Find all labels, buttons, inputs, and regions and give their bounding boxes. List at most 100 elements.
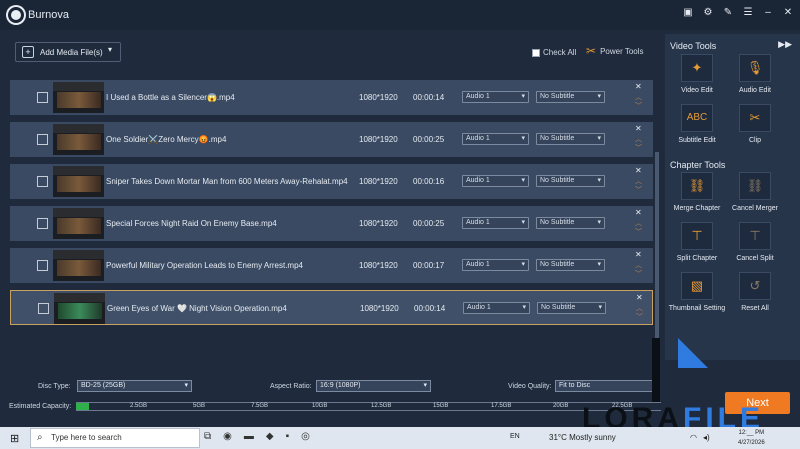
subtitle-edit-button[interactable]: ABC Subtitle Edit [667, 104, 727, 145]
remove-icon[interactable]: ✕ [635, 82, 642, 91]
remove-icon[interactable]: ✕ [636, 293, 643, 302]
subtitle-value: No Subtitle [540, 177, 575, 184]
weather-widget[interactable]: 31°C Mostly sunny [549, 433, 616, 442]
video-quality-select[interactable]: Fit to Disc [555, 380, 655, 392]
move-down-icon[interactable]: ﹀ [636, 312, 643, 322]
remove-icon[interactable]: ✕ [635, 124, 642, 133]
capacity-tick: 2.5GB [130, 403, 148, 409]
video-tools-header: Video Tools [670, 41, 717, 51]
audio-track-value: Audio 1 [466, 261, 490, 268]
move-down-icon[interactable]: ﹀ [635, 143, 642, 153]
capacity-tick: 12.5GB [371, 403, 392, 409]
settings-icon[interactable]: ⚙ [702, 7, 714, 18]
language-indicator[interactable]: EN [510, 433, 520, 440]
file-row[interactable]: One Soldier⚔️Zero Mercy😡.mp4 1080*1920 0… [10, 122, 653, 157]
file-resolution: 1080*1920 [359, 177, 398, 186]
add-media-button[interactable]: + Add Media File(s) ▾ [15, 42, 121, 62]
audio-track-select[interactable]: Audio 1 ▾ [462, 133, 529, 145]
audio-track-select[interactable]: Audio 1 ▾ [463, 302, 530, 314]
collapse-panel-icon[interactable]: ▶▶ [778, 39, 792, 50]
audio-edit-button[interactable]: 🎙 Audio Edit [725, 54, 785, 95]
taskbar-clock[interactable]: 12:__ PM 4/27/2026 [738, 428, 765, 448]
file-resolution: 1080*1920 [359, 261, 398, 270]
subtitle-select[interactable]: No Subtitle ▾ [536, 259, 605, 271]
move-down-icon[interactable]: ﹀ [635, 185, 642, 195]
audio-track-select[interactable]: Audio 1 ▾ [462, 217, 529, 229]
audio-track-select[interactable]: Audio 1 ▾ [462, 175, 529, 187]
app-icon[interactable]: ◆ [266, 431, 274, 442]
disc-type-select[interactable]: BD-25 (25GB) ▾ [77, 380, 192, 392]
row-checkbox[interactable] [37, 134, 48, 145]
chrome-icon[interactable]: ◉ [223, 431, 232, 442]
feedback-icon[interactable]: ✎ [722, 7, 734, 18]
capacity-tick: 20GB [553, 403, 569, 409]
terminal-icon[interactable]: ▪ [286, 431, 290, 442]
chevron-down-icon: ▾ [521, 219, 525, 226]
tool-label: Audio Edit [739, 87, 771, 94]
cancel-split-icon: ⊤ [739, 222, 771, 250]
power-tools-button[interactable]: ✂ Power Tools [586, 44, 644, 58]
chevron-down-icon: ▾ [597, 177, 601, 184]
tool-label: Merge Chapter [673, 205, 721, 212]
row-checkbox[interactable] [38, 303, 49, 314]
tools-icon: ✂ [586, 44, 597, 58]
chevron-down-icon: ▾ [597, 261, 601, 268]
video-thumbnail [53, 82, 104, 113]
chevron-down-icon: ▾ [597, 135, 601, 142]
subtitle-select[interactable]: No Subtitle ▾ [536, 91, 605, 103]
chevron-down-icon[interactable]: ▾ [108, 45, 112, 54]
remove-icon[interactable]: ✕ [635, 208, 642, 217]
file-row[interactable]: Sniper Takes Down Mortar Man from 600 Me… [10, 164, 653, 199]
move-down-icon[interactable]: ﹀ [635, 227, 642, 237]
aspect-ratio-select[interactable]: 16:9 (1080P) ▾ [316, 380, 431, 392]
save-icon[interactable]: ▣ [682, 7, 694, 18]
minimize-icon[interactable]: – [762, 7, 774, 18]
subtitle-select[interactable]: No Subtitle ▾ [537, 302, 606, 314]
file-row-selected[interactable]: Green Eyes of War 🤍 Night Vision Operati… [10, 290, 653, 325]
subtitle-value: No Subtitle [540, 93, 575, 100]
remove-icon[interactable]: ✕ [635, 250, 642, 259]
burnova-taskbar-icon[interactable]: ◎ [301, 431, 310, 442]
network-icon[interactable]: ◠ [690, 433, 697, 442]
tool-label: Subtitle Edit [678, 137, 716, 144]
cancel-merger-button[interactable]: ⛓ Cancel Merger [725, 172, 785, 213]
subtitle-select[interactable]: No Subtitle ▾ [536, 217, 605, 229]
row-checkbox[interactable] [37, 260, 48, 271]
subtitle-select[interactable]: No Subtitle ▾ [536, 175, 605, 187]
subtitle-select[interactable]: No Subtitle ▾ [536, 133, 605, 145]
list-scrollbar[interactable] [655, 152, 659, 362]
file-name: Sniper Takes Down Mortar Man from 600 Me… [106, 177, 348, 186]
menu-icon[interactable]: ☰ [742, 7, 754, 18]
audio-track-select[interactable]: Audio 1 ▾ [462, 259, 529, 271]
row-checkbox[interactable] [37, 176, 48, 187]
reset-all-button[interactable]: ↺ Reset All [725, 272, 785, 313]
file-duration: 00:00:17 [413, 261, 445, 270]
taskbar-search-input[interactable]: ⌕ Type here to search [30, 428, 200, 448]
merge-chapter-button[interactable]: ⛓ Merge Chapter [667, 172, 727, 213]
file-row[interactable]: Powerful Military Operation Leads to Ene… [10, 248, 653, 283]
check-all-checkbox[interactable] [532, 48, 540, 57]
row-checkbox[interactable] [37, 92, 48, 103]
windows-start-icon[interactable]: ⊞ [10, 432, 19, 445]
row-checkbox[interactable] [37, 218, 48, 229]
thumbnail-setting-button[interactable]: ▧ Thumbnail Setting [667, 272, 727, 313]
capacity-tick: 17.5GB [491, 403, 512, 409]
clock-date: 4/27/2026 [738, 440, 765, 446]
cancel-split-button[interactable]: ⊤ Cancel Split [725, 222, 785, 263]
task-view-icon[interactable]: ⧉ [204, 431, 211, 442]
file-row[interactable]: I Used a Bottle as a Silencer😱.mp4 1080*… [10, 80, 653, 115]
volume-icon[interactable]: ◂) [703, 433, 710, 442]
audio-track-select[interactable]: Audio 1 ▾ [462, 91, 529, 103]
split-chapter-button[interactable]: ⊤ Split Chapter [667, 222, 727, 263]
check-all[interactable]: Check All [532, 48, 576, 57]
file-explorer-icon[interactable]: ▬ [244, 431, 254, 442]
close-icon[interactable]: ✕ [782, 7, 794, 18]
tool-label: Clip [748, 137, 762, 144]
video-edit-button[interactable]: ✦ Video Edit [667, 54, 727, 95]
remove-icon[interactable]: ✕ [635, 166, 642, 175]
move-down-icon[interactable]: ﹀ [635, 101, 642, 111]
clip-button[interactable]: ✂ Clip [725, 104, 785, 145]
file-row[interactable]: Special Forces Night Raid On Enemy Base.… [10, 206, 653, 241]
move-down-icon[interactable]: ﹀ [635, 269, 642, 279]
subtitle-value: No Subtitle [540, 261, 575, 268]
